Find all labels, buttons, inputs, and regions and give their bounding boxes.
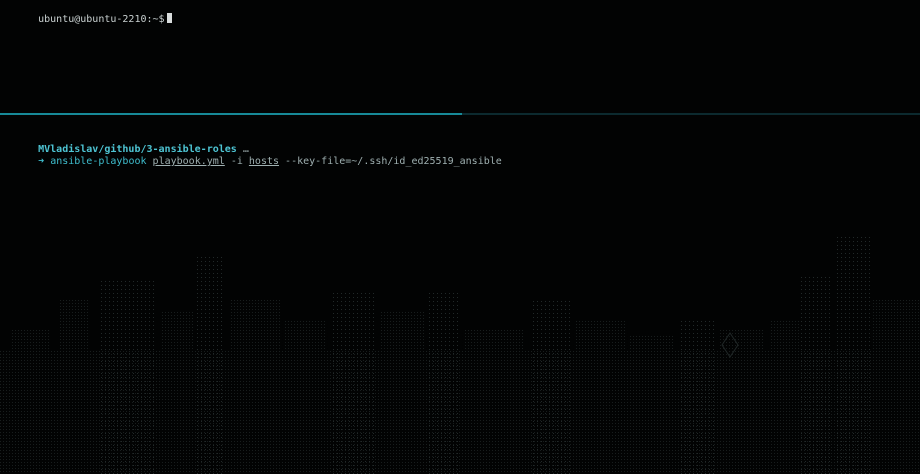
pane-divider-active[interactable]	[0, 113, 462, 115]
playbook-arg: playbook.yml	[152, 156, 225, 167]
text-cursor	[166, 13, 172, 23]
pane-divider[interactable]	[462, 113, 920, 115]
top-terminal-pane[interactable]: ubuntu@ubuntu-2210:~$	[0, 0, 920, 112]
prompt-line: ubuntu@ubuntu-2210:~$	[2, 0, 172, 39]
command-name: ansible-playbook	[50, 156, 147, 167]
terminal-window[interactable]: ubuntu@ubuntu-2210:~$ MVladislav/github/…	[0, 0, 920, 474]
inventory-flag: -i	[230, 156, 243, 167]
key-file-option: --key-file=~/.ssh/id_ed25519_ansible	[285, 156, 502, 167]
inventory-arg: hosts	[248, 156, 280, 167]
shell-prompt: ubuntu@ubuntu-2210:~$	[38, 14, 165, 25]
arrow-icon: ➜	[38, 156, 45, 167]
command-line[interactable]: ➜ ansible-playbook playbook.yml -i hosts…	[2, 142, 502, 181]
